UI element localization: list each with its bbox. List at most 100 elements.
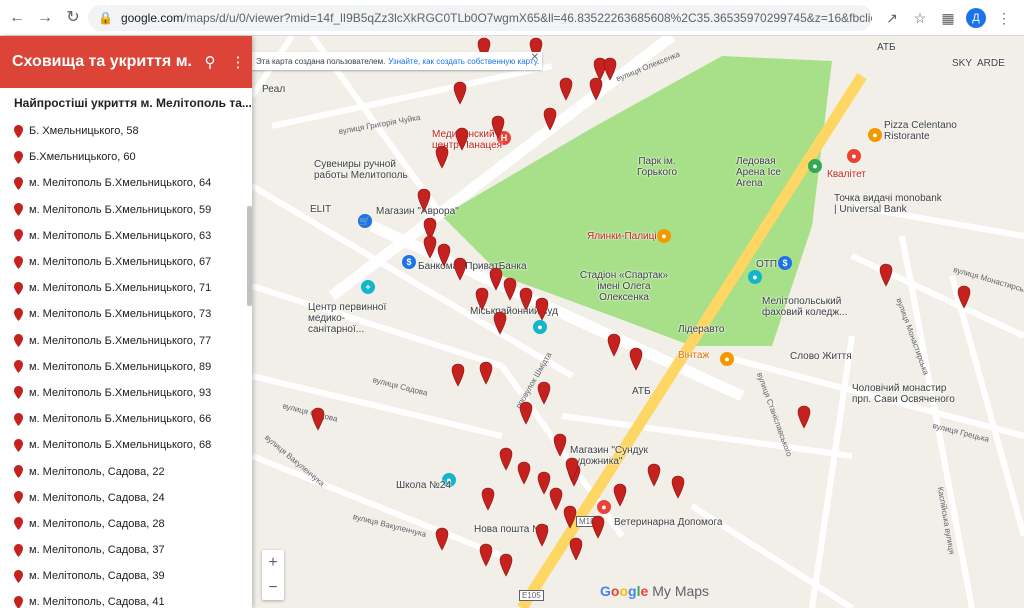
shelter-pin-icon[interactable] [543, 107, 557, 131]
list-item-label: м. Мелітополь Б.Хмельницького, 66 [29, 413, 212, 426]
place-pin-icon [14, 569, 23, 583]
shelter-pin-icon[interactable] [479, 543, 493, 567]
star-icon[interactable]: ☆ [909, 7, 931, 29]
shelter-pin-icon[interactable] [537, 381, 551, 405]
list-item[interactable]: м. Мелітополь, Садова, 41 [14, 589, 252, 608]
shelter-pin-icon[interactable] [957, 285, 971, 309]
list-item[interactable]: Б. Хмельницького, 58 [14, 118, 252, 144]
list-item-label: м. Мелітополь Б.Хмельницького, 63 [29, 229, 212, 242]
shelter-pin-icon[interactable] [453, 257, 467, 281]
list-item[interactable]: м. Мелітополь Б.Хмельницького, 64 [14, 170, 252, 196]
list-item[interactable]: м. Мелітополь Б.Хмельницького, 68 [14, 432, 252, 458]
list-item[interactable]: м. Мелітополь, Садова, 37 [14, 537, 252, 563]
close-icon[interactable]: ✕ [531, 52, 539, 63]
shelter-pin-icon[interactable] [455, 127, 469, 151]
shelter-pin-icon[interactable] [491, 115, 505, 139]
list-item[interactable]: м. Мелітополь Б.Хмельницького, 67 [14, 249, 252, 275]
list-item-label: Б. Хмельницького, 58 [29, 125, 139, 138]
list-item[interactable]: м. Мелітополь, Садова, 24 [14, 485, 252, 511]
share-icon[interactable]: ↗ [881, 7, 903, 29]
forward-icon[interactable]: → [34, 7, 56, 29]
list-item-label: м. Мелітополь Б.Хмельницького, 67 [29, 256, 212, 269]
shelter-pin-icon[interactable] [607, 333, 621, 357]
shelter-pin-icon[interactable] [569, 537, 583, 561]
list-item[interactable]: м. Мелітополь Б.Хмельницького, 77 [14, 328, 252, 354]
shelter-pin-icon[interactable] [517, 461, 531, 485]
list-item[interactable]: м. Мелітополь, Садова, 28 [14, 511, 252, 537]
shelter-pin-icon[interactable] [453, 81, 467, 105]
shelter-pin-icon[interactable] [311, 407, 325, 431]
shelter-pin-icon[interactable] [479, 361, 493, 385]
address-bar[interactable]: 🔒 google.com/maps/d/u/0/viewer?mid=14f_l… [88, 4, 872, 31]
more-options-icon[interactable]: ⋮ [224, 53, 252, 71]
list-item-label: м. Мелітополь Б.Хмельницького, 73 [29, 308, 212, 321]
shelter-pin-icon[interactable] [519, 287, 533, 311]
shelter-pin-icon[interactable] [797, 405, 811, 429]
map-side-panel: Сховища та укриття м. ... ⚲ ⋮ Найпростіш… [0, 36, 252, 608]
list-item[interactable]: м. Мелітополь Б.Хмельницького, 66 [14, 406, 252, 432]
shelter-pin-icon[interactable] [879, 263, 893, 287]
shelter-pin-icon[interactable] [647, 463, 661, 487]
shelter-pin-icon[interactable] [593, 57, 607, 81]
list-item[interactable]: Б.Хмельницького, 60 [14, 144, 252, 170]
banner-link[interactable]: Узнайте, как создать собственную карту. [388, 57, 539, 66]
list-item[interactable]: м. Мелітополь, Садова, 39 [14, 563, 252, 589]
place-pin-icon [14, 517, 23, 531]
reload-icon[interactable]: ↻ [62, 7, 84, 29]
shelter-pin-icon[interactable] [553, 433, 567, 457]
shelter-pin-icon[interactable] [489, 267, 503, 291]
shelter-pin-icon[interactable] [475, 287, 489, 311]
shelter-pin-icon[interactable] [435, 527, 449, 551]
extensions-icon[interactable]: ▦ [937, 7, 959, 29]
profile-avatar[interactable]: Д [966, 7, 986, 28]
shelter-pin-icon[interactable] [499, 447, 513, 471]
shelter-pin-icon[interactable] [671, 475, 685, 499]
place-pin-icon [14, 229, 23, 243]
shelter-pin-icon[interactable] [451, 363, 465, 387]
shelter-pin-icon[interactable] [417, 188, 431, 212]
shelter-pin-icon[interactable] [549, 487, 563, 511]
shelter-pin-icon[interactable] [503, 277, 517, 301]
shelter-pin-icon[interactable] [591, 515, 605, 539]
place-pin-icon [14, 543, 23, 557]
shelter-pin-icon[interactable] [559, 77, 573, 101]
shelter-pin-icon[interactable] [537, 471, 551, 495]
shelter-pin-icon[interactable] [437, 243, 451, 267]
list-item-label: м. Мелітополь Б.Хмельницького, 71 [29, 282, 212, 295]
search-icon[interactable]: ⚲ [196, 53, 224, 71]
shelter-pin-icon[interactable] [423, 235, 437, 259]
zoom-in-button[interactable]: + [262, 550, 284, 575]
shelter-pin-icon[interactable] [499, 553, 513, 577]
shelter-pin-icon[interactable] [481, 487, 495, 511]
list-item[interactable]: м. Мелітополь Б.Хмельницького, 93 [14, 380, 252, 406]
map-canvas[interactable]: 🛒 $ + H ● ● ● ● $ ● ● ● ● ● Медицинский … [252, 36, 1024, 608]
list-item-label: м. Мелітополь, Садова, 41 [29, 596, 165, 608]
shelter-pin-icon[interactable] [629, 347, 643, 371]
back-icon[interactable]: ← [6, 7, 28, 29]
menu-icon[interactable]: ⋮ [993, 7, 1015, 29]
url-host: google.com [120, 10, 183, 25]
list-item[interactable]: м. Мелітополь, Садова, 22 [14, 458, 252, 484]
shelter-pin-icon[interactable] [535, 297, 549, 321]
shelter-pin-icon[interactable] [613, 483, 627, 507]
shelter-pin-icon[interactable] [589, 77, 603, 101]
shelter-pin-icon[interactable] [435, 145, 449, 169]
place-pin-icon [14, 176, 23, 190]
shelter-pin-icon[interactable] [519, 401, 533, 425]
shelter-pin-icon[interactable] [535, 523, 549, 547]
list-item[interactable]: м. Мелітополь Б.Хмельницького, 59 [14, 197, 252, 223]
shelter-pin-icon[interactable] [493, 311, 507, 335]
lock-icon: 🔒 [98, 10, 113, 25]
list-item[interactable]: м. Мелітополь Б.Хмельницького, 71 [14, 275, 252, 301]
list-item[interactable]: м. Мелітополь Б.Хмельницького, 63 [14, 223, 252, 249]
list-item[interactable]: м. Мелітополь Б.Хмельницького, 73 [14, 301, 252, 327]
shelter-pin-icon[interactable] [563, 505, 577, 529]
shelter-pin-icon[interactable] [603, 57, 617, 81]
scrollbar[interactable] [247, 206, 252, 306]
list-item-label: м. Мелітополь Б.Хмельницького, 77 [29, 334, 212, 347]
list-item-label: Б.Хмельницького, 60 [29, 151, 136, 164]
user-map-banner: Эта карта создана пользователем. Узнайте… [252, 52, 542, 70]
place-pin-icon [14, 360, 23, 374]
zoom-out-button[interactable]: − [262, 575, 284, 600]
list-item[interactable]: м. Мелітополь Б.Хмельницького, 89 [14, 354, 252, 380]
